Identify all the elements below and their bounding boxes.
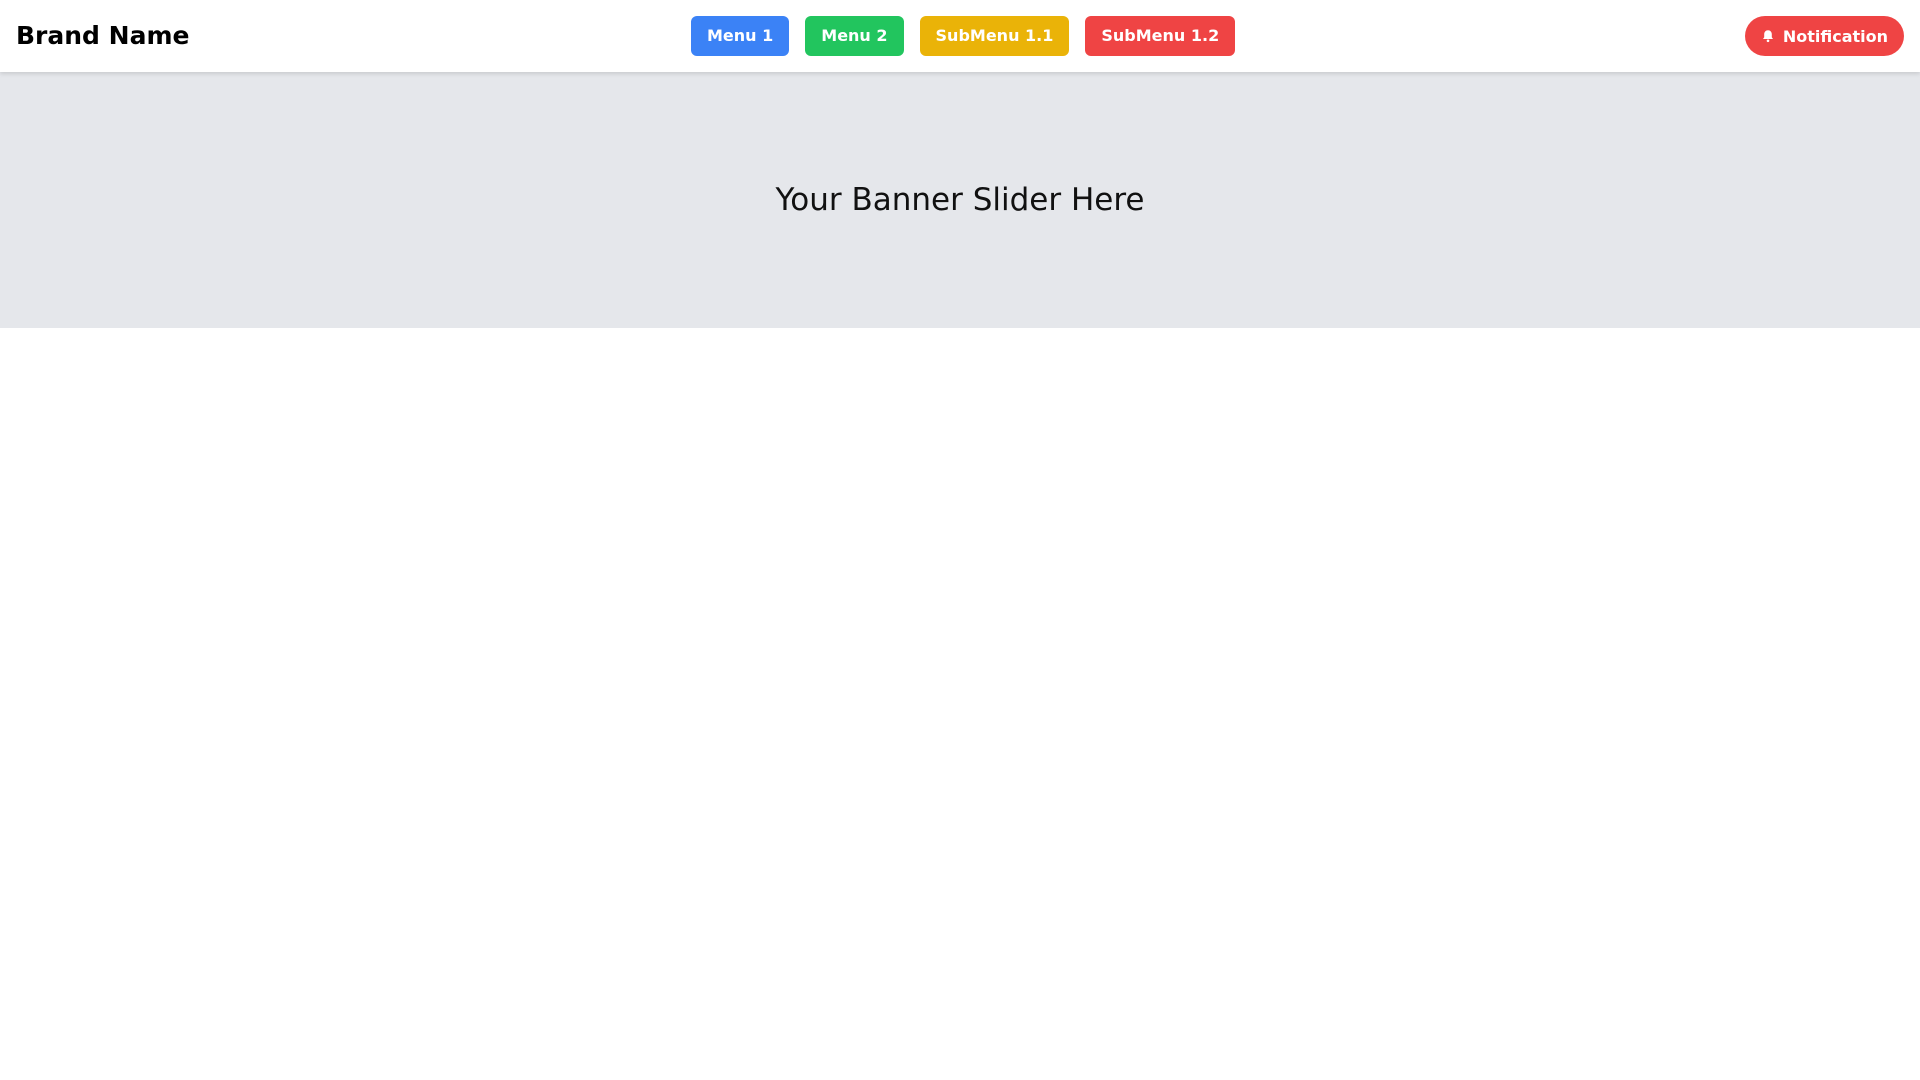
submenu-1-1-button[interactable]: SubMenu 1.1	[919, 16, 1070, 56]
banner-slider[interactable]: Your Banner Slider Here	[0, 72, 1920, 328]
notification-button[interactable]: Notification	[1744, 16, 1904, 56]
menu-2-button[interactable]: Menu 2	[805, 16, 904, 56]
top-navbar: Brand Name Menu 1 Menu 2 SubMenu 1.1 Sub…	[0, 0, 1920, 72]
menu-1-button[interactable]: Menu 1	[691, 16, 790, 56]
bell-icon	[1761, 29, 1775, 43]
banner-text: Your Banner Slider Here	[775, 182, 1145, 218]
main-content	[0, 328, 1920, 1080]
brand-logo[interactable]: Brand Name	[16, 0, 189, 72]
main-menu: Menu 1 Menu 2 SubMenu 1.1 SubMenu 1.2	[691, 16, 1236, 56]
submenu-1-2-button[interactable]: SubMenu 1.2	[1085, 16, 1236, 56]
notification-label: Notification	[1782, 26, 1888, 46]
